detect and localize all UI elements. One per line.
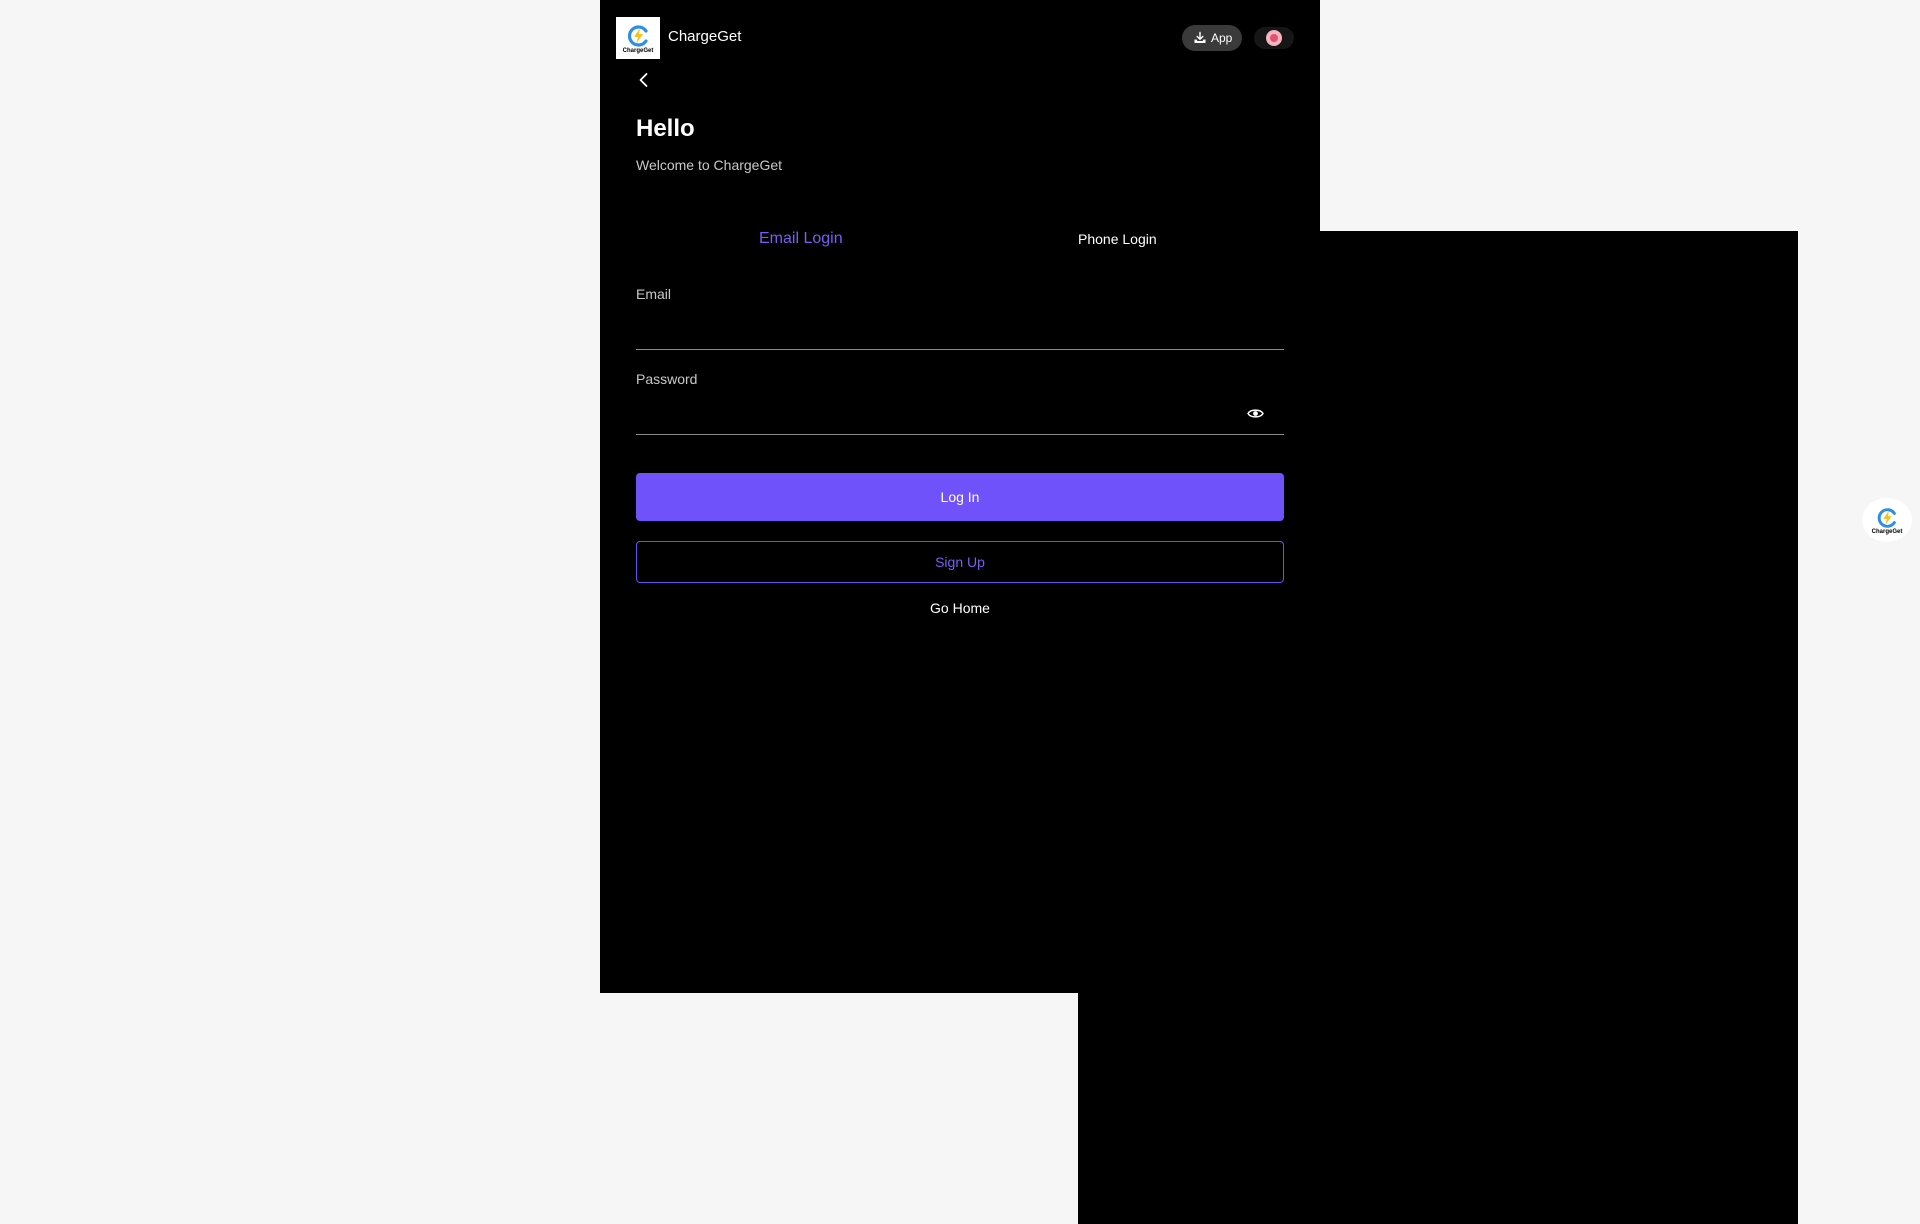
- login-tabs: Email Login Phone Login: [636, 230, 1798, 1224]
- app-frame: ChargeGet ChargeGet App Hello Welcome to…: [600, 0, 1798, 1224]
- signup-button[interactable]: Sign Up: [636, 541, 1284, 583]
- go-home-link[interactable]: Go Home: [600, 600, 1320, 616]
- language-switcher[interactable]: [1254, 27, 1294, 49]
- page-subtitle: Welcome to ChargeGet: [636, 157, 783, 173]
- logo-caption: ChargeGet: [622, 47, 654, 54]
- widget-logo-caption: ChargeGet: [1871, 528, 1903, 535]
- back-button[interactable]: [634, 70, 654, 90]
- password-label: Password: [636, 371, 698, 387]
- email-label: Email: [636, 286, 672, 302]
- app-button-label: App: [1211, 31, 1233, 45]
- toggle-password-visibility[interactable]: [1245, 404, 1265, 422]
- flag-icon: [1266, 30, 1282, 46]
- brand-logo[interactable]: ChargeGet: [616, 17, 660, 59]
- download-tray-icon: [1194, 31, 1206, 43]
- tab-phone-login[interactable]: Phone Login: [1078, 231, 1798, 1224]
- login-button[interactable]: Log In: [636, 473, 1284, 521]
- email-field[interactable]: [636, 318, 1284, 350]
- eye-icon: [1246, 408, 1264, 418]
- top-header: ChargeGet ChargeGet App: [616, 16, 1304, 60]
- page-title: Hello: [636, 115, 695, 142]
- floating-chat-widget[interactable]: ChargeGet: [1862, 498, 1912, 542]
- chargeget-logo-icon: [1877, 507, 1896, 528]
- password-field[interactable]: [636, 403, 1284, 435]
- chevron-left-icon: [639, 73, 648, 87]
- tab-email-login[interactable]: Email Login: [759, 230, 843, 248]
- download-app-button[interactable]: App: [1182, 25, 1243, 51]
- brand-name: ChargeGet: [668, 28, 742, 45]
- chargeget-logo-icon: [627, 24, 648, 47]
